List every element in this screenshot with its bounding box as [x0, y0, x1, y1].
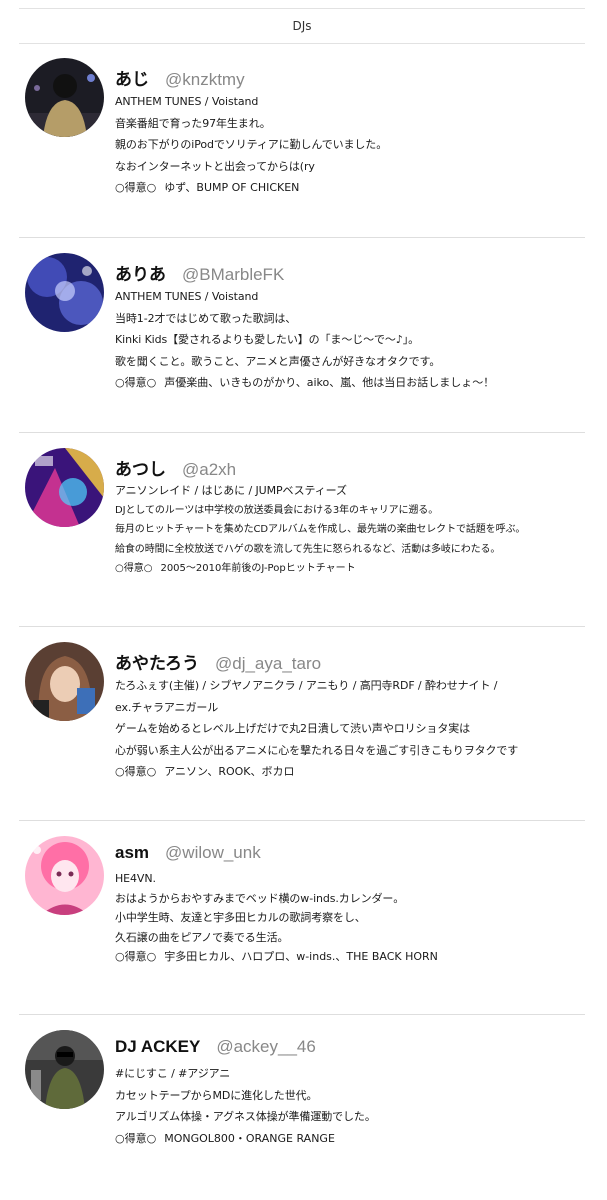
bio-line: アルゴリズム体操・アグネス体操が準備運動でした。 [115, 1110, 376, 1123]
bio-line: 毎月のヒットチャートを集めたCDアルバムを作成し、最先端の楽曲セレクトで話題を呼… [115, 524, 526, 535]
entry-divider [19, 1014, 585, 1015]
avatar[interactable] [25, 1030, 104, 1109]
avatar[interactable] [25, 642, 104, 721]
specialty-line: ○得意○ ゆず、BUMP OF CHICKEN [115, 177, 585, 199]
specialty-value: アニソン、ROOK、ボカロ [164, 765, 295, 778]
bio-line: ゲームを始めるとレベル上げだけで丸2日潰して渋い声やロリショタ実は [115, 722, 471, 735]
entry-divider [19, 432, 585, 433]
name-row: asm @wilow_unk [115, 843, 585, 869]
avatar-dj-aria-icon [25, 253, 104, 332]
specialty-label: ○得意○ [115, 563, 153, 574]
name-row: あやたろう @dj_aya_taro [115, 649, 585, 675]
dj-entry-asm: asm @wilow_unk HE4VN. おはようからおやすみまでベッド横のw… [115, 843, 585, 967]
avatar[interactable] [25, 448, 104, 527]
specialty-value: MONGOL800・ORANGE RANGE [164, 1131, 335, 1145]
specialty-label: ○得意○ [115, 1131, 157, 1145]
bio-line: #にじすこ / #アジアニ [115, 1067, 231, 1080]
specialty-value: 声優楽曲、いきものがかり、aiko、嵐、他は当日お話しましょ〜！ [164, 376, 495, 389]
name-row: あつし @a2xh [115, 455, 585, 481]
section-header: DJs [19, 8, 585, 44]
bio-line: 心が弱い系主人公が出るアニメに心を撃たれる日々を過ごす引きこもりヲタクです [115, 743, 519, 757]
dj-name: あじ [115, 70, 149, 89]
bio-line: カセットテープからMDに進化した世代。 [115, 1088, 318, 1102]
avatar-dj-aji-icon [25, 58, 104, 137]
dj-handle-link[interactable]: @BMarbleFK [182, 265, 284, 285]
entry-divider [19, 820, 585, 821]
specialty-label: ○得意○ [115, 765, 157, 778]
name-row: あじ @knzktmy [115, 65, 585, 91]
bio-line: 給食の時間に全校放送でハゲの歌を流して先生に怒られるなど、活動は多岐にわたる。 [115, 543, 501, 555]
specialty-value: 宇多田ヒカル、ハロプロ、w-inds.、THE BACK HORN [164, 950, 438, 963]
specialty-line: ○得意○ 声優楽曲、いきものがかり、aiko、嵐、他は当日お話しましょ〜！ [115, 372, 585, 394]
bio-line: 歌を聞くこと。歌うこと、アニメと声優さんが好きなオタクです。 [115, 354, 441, 368]
bio-line: 当時1-2才ではじめて歌った歌詞は、 [115, 311, 297, 325]
avatar-dj-asm-icon [25, 836, 104, 915]
dj-name: あやたろう [115, 654, 199, 673]
entry-divider [19, 237, 585, 238]
avatar-dj-atsushi-icon [25, 448, 104, 527]
specialty-line: ○得意○ 宇多田ヒカル、ハロプロ、w-inds.、THE BACK HORN [115, 947, 585, 967]
avatar[interactable] [25, 58, 104, 137]
name-row: ありあ @BMarbleFK [115, 260, 585, 286]
specialty-value: ゆず、BUMP OF CHICKEN [164, 181, 300, 194]
bio-line: 音楽番組で育った97年生まれ。 [115, 116, 271, 130]
bio-line: HE4VN. [115, 872, 156, 885]
bio-line: 久石譲の曲をピアノで奏でる生活。 [115, 930, 289, 944]
bio-line: Kinki Kids【愛されるよりも愛したい】の「ま〜じ〜で〜♪」。 [115, 333, 420, 346]
dj-entry-ayataro: あやたろう @dj_aya_taro たろふぇす(主催) / シブヤノアニクラ … [115, 649, 585, 783]
specialty-label: ○得意○ [115, 950, 157, 963]
specialty-label: ○得意○ [115, 181, 157, 194]
dj-handle-link[interactable]: @wilow_unk [165, 843, 261, 863]
bio-line: ex.チャラアニガール [115, 700, 219, 714]
dj-handle-link[interactable]: @a2xh [182, 460, 236, 480]
bio-line: 親のお下がりのiPodでソリティアに勤しんでいました。 [115, 138, 388, 151]
bio-line: DJとしてのルーツは中学校の放送委員会における3年のキャリアに遡る。 [115, 504, 439, 516]
dj-name: DJ ACKEY [115, 1037, 201, 1056]
avatar-dj-ayataro-icon [25, 642, 104, 721]
name-row: DJ ACKEY @ackey__46 [115, 1037, 585, 1063]
dj-handle-link[interactable]: @ackey__46 [216, 1037, 316, 1057]
dj-entry-ackey: DJ ACKEY @ackey__46 #にじすこ / #アジアニ カセットテー… [115, 1037, 585, 1149]
specialty-value: 2005〜2010年前後のJ-Popヒットチャート [160, 563, 356, 574]
dj-handle-link[interactable]: @knzktmy [165, 70, 245, 90]
specialty-label: ○得意○ [115, 376, 157, 389]
bio-line: ANTHEM TUNES / Voistand [115, 95, 259, 108]
entry-divider [19, 626, 585, 627]
dj-entry-atsushi: あつし @a2xh アニソンレイド / はじあに / JUMPベスティーズ DJ… [115, 455, 585, 579]
bio-line: たろふぇす(主催) / シブヤノアニクラ / アニもり / 高円寺RDF / 酔… [115, 679, 498, 692]
avatar[interactable] [25, 253, 104, 332]
dj-handle-link[interactable]: @dj_aya_taro [215, 654, 321, 674]
avatar[interactable] [25, 836, 104, 915]
specialty-line: ○得意○ アニソン、ROOK、ボカロ [115, 761, 585, 783]
dj-list-page: DJs あじ @knzktmy ANTHEM TUNES / Voistand … [0, 0, 607, 1200]
dj-entry-aria: ありあ @BMarbleFK ANTHEM TUNES / Voistand 当… [115, 260, 585, 394]
bio-line: おはようからおやすみまでベッド横のw-inds.カレンダー。 [115, 891, 405, 905]
bio-line: ANTHEM TUNES / Voistand [115, 290, 259, 303]
bio-line: なおインターネットと出会ってからは(ry [115, 159, 315, 173]
dj-name: asm [115, 843, 150, 862]
specialty-line: ○得意○ MONGOL800・ORANGE RANGE [115, 1128, 585, 1150]
dj-name: あつし [115, 460, 166, 479]
section-title: DJs [292, 19, 312, 33]
dj-name: ありあ [115, 265, 166, 284]
specialty-line: ○得意○ 2005〜2010年前後のJ-Popヒットチャート [115, 559, 585, 579]
avatar-dj-ackey-icon [25, 1030, 104, 1109]
dj-entry-aji: あじ @knzktmy ANTHEM TUNES / Voistand 音楽番組… [115, 65, 585, 199]
bio-line: 小中学生時、友達と宇多田ヒカルの歌詞考察をし、 [115, 911, 366, 924]
bio-line: アニソンレイド / はじあに / JUMPベスティーズ [115, 484, 347, 497]
